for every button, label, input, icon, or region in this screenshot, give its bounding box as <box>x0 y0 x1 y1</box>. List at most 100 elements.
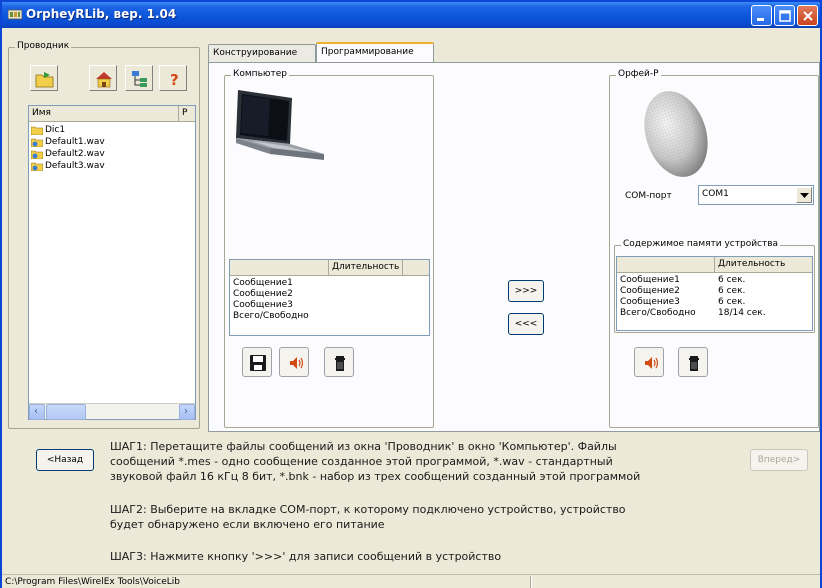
table-row[interactable]: Сообщение2 <box>230 289 429 300</box>
explorer-list-header: Имя Р <box>29 106 195 122</box>
save-button[interactable] <box>242 347 272 377</box>
tree-view-icon <box>132 71 147 87</box>
message-name: Сообщение1 <box>620 275 680 285</box>
column-name-header[interactable] <box>617 257 715 273</box>
delete-button[interactable] <box>324 347 354 377</box>
step1-line1: ШАГ1: Перетащите файлы сообщений из окна… <box>110 440 617 453</box>
status-bar: C:\Program Files\WirelEx Tools\VoiceLib <box>2 574 820 588</box>
device-message-table[interactable]: Длительность Сообщение1 6 сек. Сообщение… <box>616 256 813 331</box>
folder-open-icon <box>35 72 54 88</box>
device-table-header: Длительность <box>617 257 812 273</box>
home-button[interactable] <box>89 65 117 91</box>
chevron-right-icon: › <box>184 406 188 417</box>
computer-table-header: Длительность <box>230 260 429 276</box>
column-name-header[interactable] <box>230 260 329 276</box>
speaker-icon <box>645 357 659 369</box>
svg-text:?: ? <box>170 71 179 89</box>
message-name: Сообщение1 <box>233 278 293 288</box>
step1-line2: сообщений *.mes - одно сообщение созданн… <box>110 455 613 468</box>
file-name: Dic1 <box>45 125 66 135</box>
list-item[interactable]: Dic1 <box>31 124 65 136</box>
message-duration: 6 сек. <box>718 286 746 296</box>
next-button[interactable]: Вперед> <box>750 449 808 471</box>
explorer-horizontal-scrollbar[interactable]: ‹ › <box>29 403 195 420</box>
list-item[interactable]: Default3.wav <box>31 160 105 172</box>
help-icon: ? <box>170 71 179 89</box>
message-name: Сообщение3 <box>620 297 680 307</box>
device-image <box>644 91 708 177</box>
folder-icon <box>31 126 43 135</box>
computer-label: Компьютер <box>231 69 289 79</box>
help-button[interactable]: ? <box>159 65 187 91</box>
minimize-icon <box>757 18 764 21</box>
scroll-thumb[interactable] <box>46 404 86 420</box>
table-row[interactable]: Сообщение3 <box>230 300 429 311</box>
message-duration: 6 сек. <box>718 275 746 285</box>
message-name: Всего/Свободно <box>233 311 309 321</box>
step3-line1: ШАГ3: Нажмите кнопку '>>>' для записи со… <box>110 550 502 563</box>
com-port-value: COM1 <box>702 189 729 199</box>
app-window: OrpheyRLib, вер. 1.04 Проводник ? Имя Р … <box>0 0 822 588</box>
trash-icon <box>335 356 345 371</box>
table-row[interactable]: Всего/Свободно <box>230 311 429 322</box>
read-from-device-button[interactable]: <<< <box>508 313 544 335</box>
device-play-button[interactable] <box>634 347 664 377</box>
device-memory-label: Содержимое памяти устройства <box>621 239 781 249</box>
speaker-icon <box>290 357 304 369</box>
step1-line3: звуковой файл 16 кГц 8 бит, *.bnk - набо… <box>110 470 641 483</box>
sound-file-icon <box>31 162 43 171</box>
title-bar[interactable]: OrpheyRLib, вер. 1.04 <box>2 2 820 28</box>
step2-line1: ШАГ2: Выберите на вкладке COM-порт, к ко… <box>110 503 626 516</box>
list-item[interactable]: Default2.wav <box>31 148 105 160</box>
sound-file-icon <box>31 150 43 159</box>
column-duration-header[interactable]: Длительность <box>329 260 403 276</box>
computer-message-table[interactable]: Длительность Сообщение1 Сообщение2 Сообщ… <box>229 259 430 336</box>
message-duration: 18/14 сек. <box>718 308 766 318</box>
table-row[interactable]: Сообщение3 6 сек. <box>617 297 812 308</box>
device-label: Орфей-Р <box>616 69 661 79</box>
tab-strip: Конструирование Программирование <box>208 42 820 64</box>
message-name: Сообщение2 <box>620 286 680 296</box>
trash-icon <box>689 356 699 371</box>
scroll-right-button[interactable]: › <box>179 404 195 420</box>
status-path: C:\Program Files\WirelEx Tools\VoiceLib <box>5 577 180 587</box>
table-row[interactable]: Сообщение1 6 сек. <box>617 275 812 286</box>
home-icon <box>96 72 112 88</box>
explorer-file-list[interactable]: Имя Р Dic1 Default1.wav Default2.wav Def… <box>28 105 196 420</box>
status-separator <box>530 576 532 588</box>
table-row[interactable]: Всего/Свободно 18/14 сек. <box>617 308 812 319</box>
step2-line2: будет обнаружено если включено его питан… <box>110 518 385 531</box>
explorer-label: Проводник <box>15 41 72 51</box>
device-delete-button[interactable] <box>678 347 708 377</box>
window-title: OrpheyRLib, вер. 1.04 <box>26 7 177 21</box>
maximize-button[interactable] <box>774 5 795 26</box>
tree-view-button[interactable] <box>125 65 153 91</box>
table-row[interactable]: Сообщение1 <box>230 278 429 289</box>
close-icon <box>803 11 813 21</box>
tab-design[interactable]: Конструирование <box>208 44 316 62</box>
com-port-label: COM-порт <box>625 191 672 201</box>
close-button[interactable] <box>797 5 818 26</box>
laptop-image <box>236 90 324 160</box>
table-row[interactable]: Сообщение2 6 сек. <box>617 286 812 297</box>
sound-file-icon <box>31 138 43 147</box>
play-button[interactable] <box>279 347 309 377</box>
floppy-disk-icon <box>250 355 266 371</box>
chevron-left-icon: ‹ <box>34 406 38 417</box>
back-button[interactable]: <Назад <box>36 449 94 471</box>
scroll-left-button[interactable]: ‹ <box>29 404 45 420</box>
file-name: Default1.wav <box>45 137 105 147</box>
list-item[interactable]: Default1.wav <box>31 136 105 148</box>
write-to-device-button[interactable]: >>> <box>508 280 544 302</box>
import-button[interactable] <box>30 65 58 91</box>
column-size-header[interactable]: Р <box>179 106 195 122</box>
app-icon <box>8 9 22 20</box>
column-duration-header[interactable]: Длительность <box>715 257 811 273</box>
column-name-header[interactable]: Имя <box>29 106 179 122</box>
message-name: Всего/Свободно <box>620 308 696 318</box>
tab-programming[interactable]: Программирование <box>316 42 434 62</box>
minimize-button[interactable] <box>751 5 772 26</box>
com-port-select[interactable]: COM1 <box>698 185 814 205</box>
com-port-dropdown-button[interactable] <box>796 187 812 203</box>
maximize-icon <box>779 10 791 22</box>
